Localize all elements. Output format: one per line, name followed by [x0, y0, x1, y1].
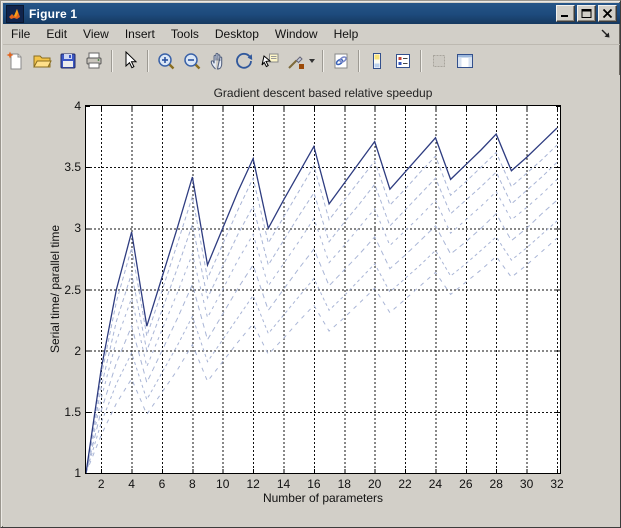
maximize-button[interactable] [577, 5, 596, 22]
matlab-icon [6, 5, 24, 23]
window-controls [556, 5, 620, 22]
figure-canvas: Gradient descent based relative speedup … [3, 75, 620, 527]
dock-arrow-icon [600, 28, 612, 40]
speedup-run-3-line [86, 179, 557, 473]
chart-svg [86, 106, 560, 473]
edit-plot-icon [120, 51, 140, 71]
insert-legend-icon [393, 51, 413, 71]
menu-items: FileEditViewInsertToolsDesktopWindowHelp [3, 25, 366, 43]
print-figure-icon [84, 51, 104, 71]
x-axis-label: Number of parameters [86, 491, 560, 505]
new-figure-icon [6, 51, 26, 71]
menu-help[interactable]: Help [326, 25, 367, 43]
link-plot-icon [331, 51, 351, 71]
data-cursor-icon [260, 51, 280, 71]
menu-edit[interactable]: Edit [38, 25, 75, 43]
zoom-out-icon [182, 51, 202, 71]
save-figure-icon [58, 51, 78, 71]
menu-insert[interactable]: Insert [117, 25, 163, 43]
pan-icon [208, 51, 228, 71]
y-tick-label: 1.5 [47, 405, 81, 419]
y-tick-label: 1 [47, 466, 81, 480]
x-tick-label: 32 [537, 477, 577, 491]
insert-colorbar-button[interactable] [365, 49, 389, 73]
y-tick-label: 4 [47, 99, 81, 113]
link-plot-button[interactable] [329, 49, 353, 73]
window-title: Figure 1 [29, 7, 77, 21]
close-button[interactable] [598, 5, 617, 22]
data-cursor-button[interactable] [258, 49, 282, 73]
edit-plot-button[interactable] [118, 49, 142, 73]
open-file-icon [32, 51, 52, 71]
hide-plot-tools-icon [429, 51, 449, 71]
menu-file[interactable]: File [3, 25, 38, 43]
pan-button[interactable] [206, 49, 230, 73]
menu-window[interactable]: Window [267, 25, 326, 43]
hide-plot-tools-button[interactable] [427, 49, 451, 73]
title-bar[interactable]: Figure 1 [3, 3, 620, 24]
print-figure-button[interactable] [82, 49, 106, 73]
toolbar-separator [147, 50, 149, 72]
show-plot-tools-button[interactable] [453, 49, 477, 73]
y-tick-label: 3.5 [47, 160, 81, 174]
brush-dropdown-caret[interactable] [309, 59, 315, 63]
open-file-button[interactable] [30, 49, 54, 73]
brush-data-button[interactable] [284, 49, 308, 73]
show-plot-tools-icon [455, 51, 475, 71]
plot-area[interactable] [85, 105, 561, 474]
rotate-3d-button[interactable] [232, 49, 256, 73]
y-tick-label: 2 [47, 344, 81, 358]
speedup-run-4-line [86, 200, 557, 473]
figure-window: Figure 1 FileEditViewInsertToolsDesktopW… [0, 0, 621, 528]
minimize-icon [560, 9, 571, 18]
speedup-run-1-line [86, 145, 557, 473]
close-icon [602, 9, 613, 18]
toolbar-separator [358, 50, 360, 72]
insert-legend-button[interactable] [391, 49, 415, 73]
new-figure-button[interactable] [4, 49, 28, 73]
menu-view[interactable]: View [75, 25, 117, 43]
menu-desktop[interactable]: Desktop [207, 25, 267, 43]
toolbar [3, 44, 620, 77]
minimize-button[interactable] [556, 5, 575, 22]
menu-tools[interactable]: Tools [163, 25, 207, 43]
toolbar-separator [420, 50, 422, 72]
dock-figure-button[interactable] [600, 28, 612, 40]
speedup-run-2-line [86, 162, 557, 473]
insert-colorbar-icon [367, 51, 387, 71]
y-tick-label: 2.5 [47, 283, 81, 297]
y-tick-label: 3 [47, 221, 81, 235]
brush-data-icon [286, 51, 306, 71]
zoom-out-button[interactable] [180, 49, 204, 73]
toolbar-separator [322, 50, 324, 72]
speedup-run-5-line [86, 221, 557, 473]
menu-bar: FileEditViewInsertToolsDesktopWindowHelp [3, 24, 620, 44]
speedup-main-line [86, 128, 557, 473]
save-figure-button[interactable] [56, 49, 80, 73]
zoom-in-button[interactable] [154, 49, 178, 73]
toolbar-separator [111, 50, 113, 72]
plot-title: Gradient descent based relative speedup [86, 86, 560, 100]
zoom-in-icon [156, 51, 176, 71]
speedup-run-6-line [86, 238, 557, 473]
rotate-3d-icon [234, 51, 254, 71]
maximize-icon [581, 9, 592, 18]
